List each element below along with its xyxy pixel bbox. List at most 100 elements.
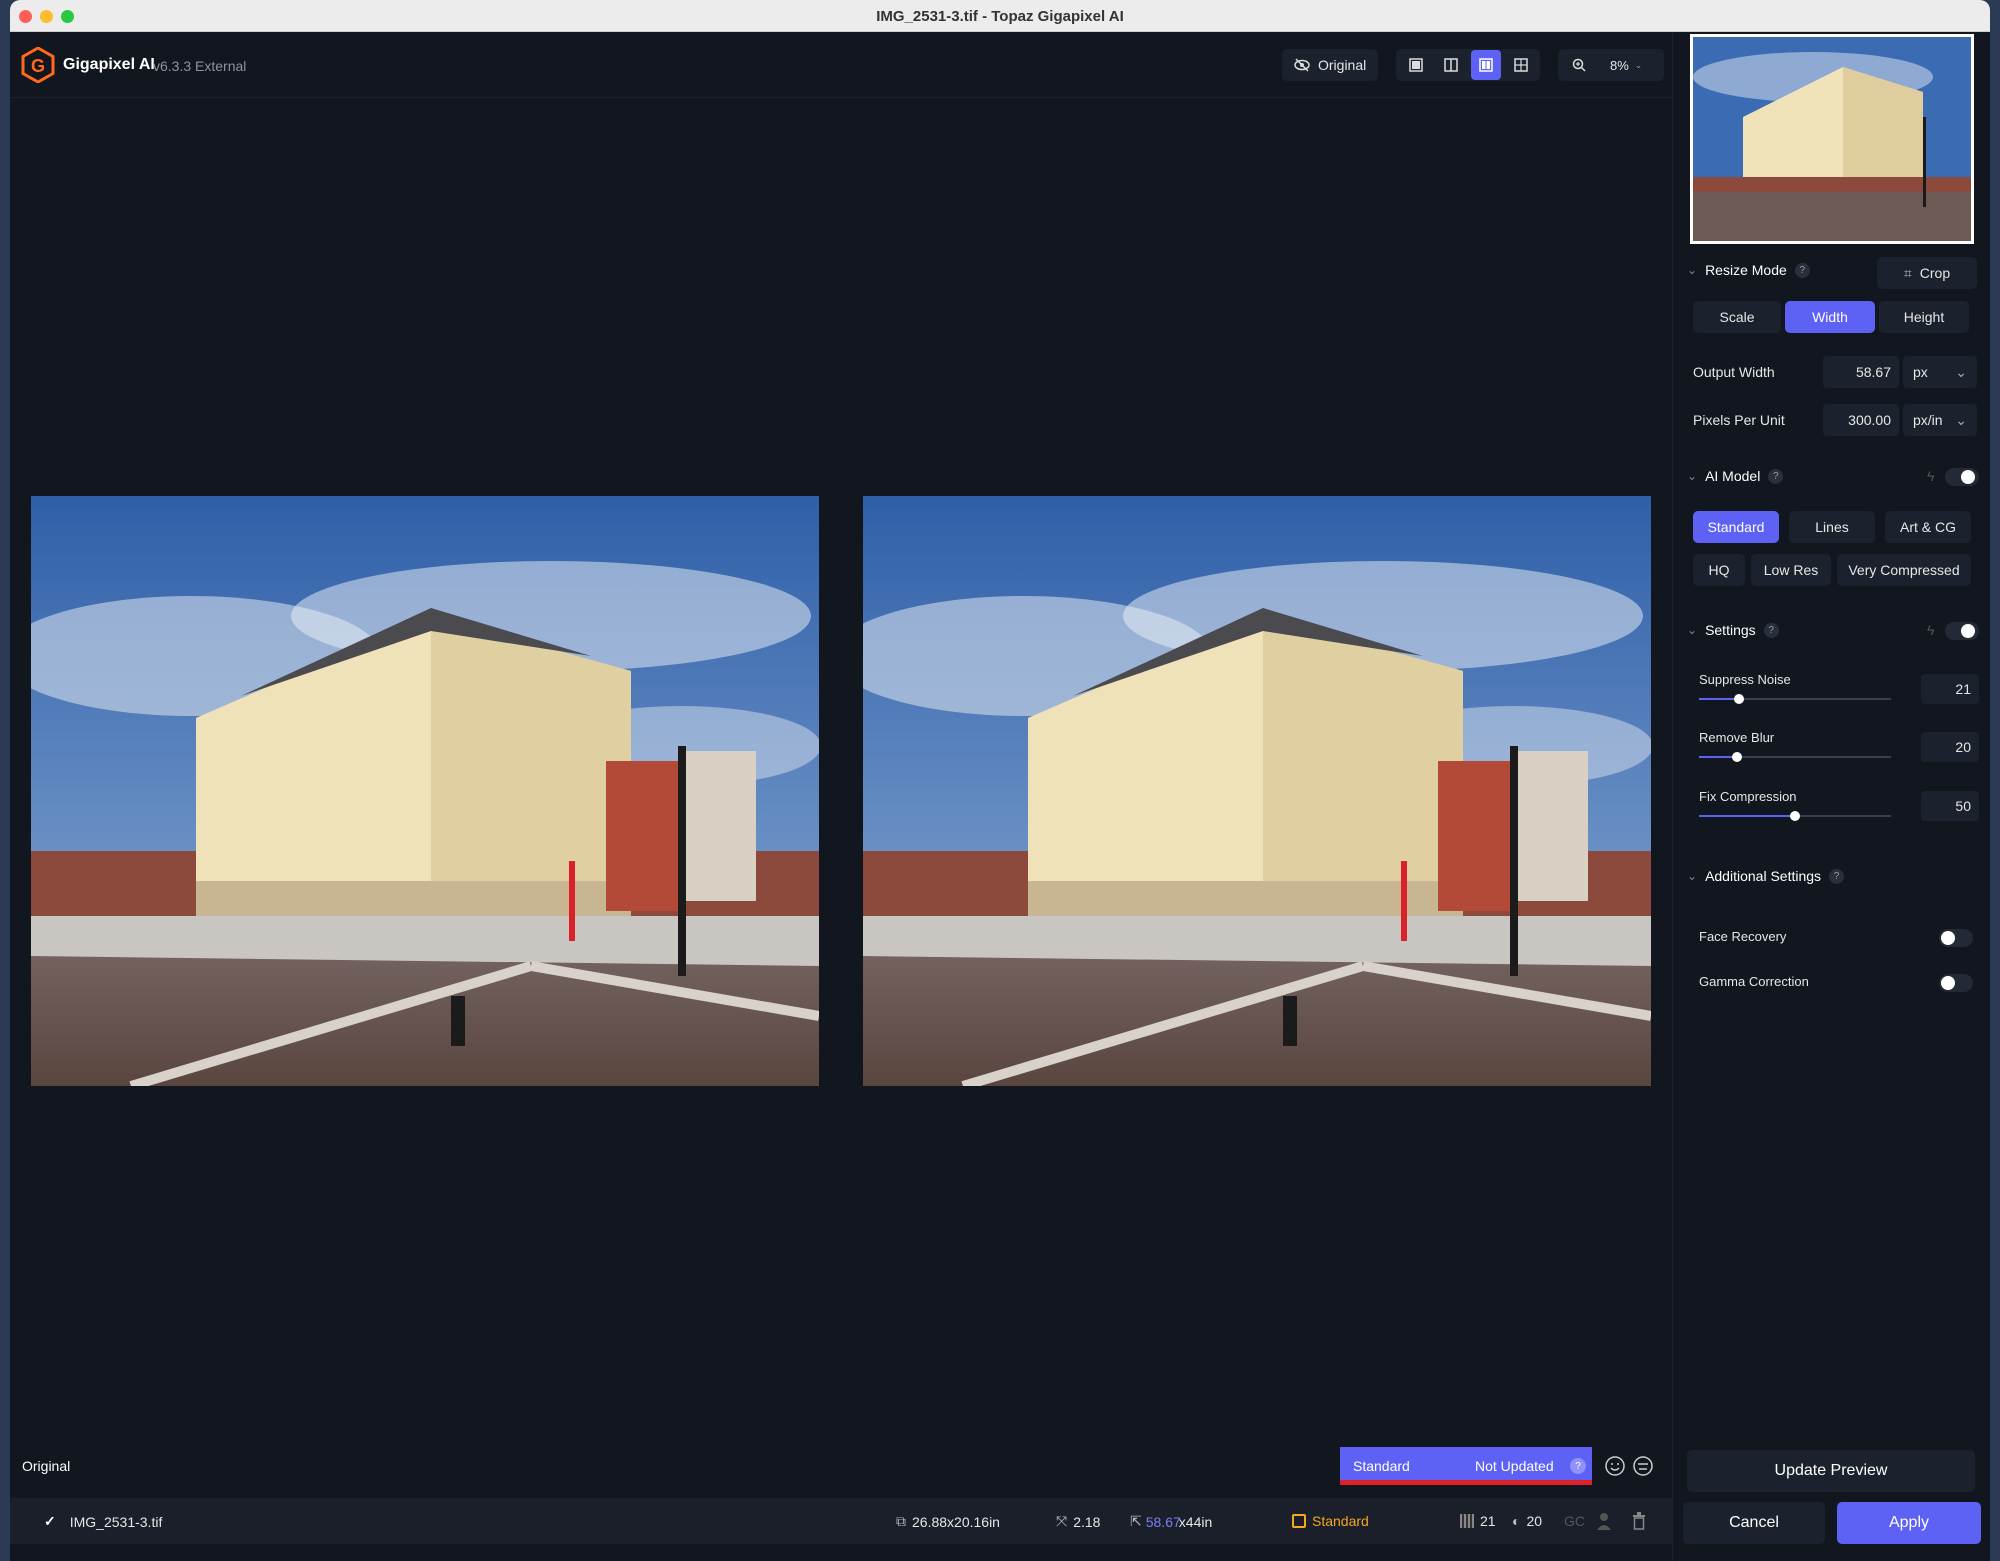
settings-panel: ⌄ Resize Mode ? ⌗ Crop Scale Width Heigh… — [1672, 32, 1990, 1561]
slider-knob[interactable] — [1732, 752, 1742, 762]
model-hq-button[interactable]: HQ — [1693, 554, 1745, 586]
slider-value-input[interactable]: 20 — [1921, 732, 1979, 762]
model-standard-button[interactable]: Standard — [1693, 511, 1779, 543]
checkmark-icon[interactable]: ✓ — [44, 1513, 56, 1530]
resize-mode-header[interactable]: ⌄ Resize Mode ? — [1687, 262, 1810, 278]
enhanced-preview-image[interactable] — [863, 496, 1651, 1086]
view-mode-group — [1396, 49, 1540, 81]
split-view-icon — [1443, 58, 1458, 72]
ai-model-title: AI Model — [1705, 468, 1761, 484]
navigator-thumbnail[interactable] — [1690, 34, 1974, 244]
cancel-button[interactable]: Cancel — [1683, 1502, 1825, 1544]
chevron-down-icon: ⌄ — [1955, 363, 1967, 380]
noise-info: 21 — [1460, 1513, 1496, 1529]
gamma-correction-toggle[interactable] — [1939, 974, 1973, 992]
input-size-info: ⧉ 26.88x20.16in — [896, 1513, 1000, 1530]
original-toggle-button[interactable]: Original — [1282, 49, 1378, 81]
apply-button[interactable]: Apply — [1837, 1502, 1981, 1544]
output-width-value: 58.67 — [1145, 1513, 1181, 1530]
model-very-compressed-button[interactable]: Very Compressed — [1837, 554, 1971, 586]
grid-view-icon — [1513, 58, 1528, 72]
zoom-in-icon — [1572, 58, 1586, 72]
neutral-face-icon[interactable] — [1632, 1455, 1654, 1477]
photo-building-enhanced — [863, 496, 1651, 1086]
chevron-down-icon: ⌄ — [1687, 623, 1698, 637]
original-preview-image[interactable] — [31, 496, 819, 1086]
ai-model-header[interactable]: ⌄ AI Model ? — [1687, 468, 1784, 484]
gc-label: GC — [1564, 1513, 1585, 1529]
app-version: v6.3.3 External — [153, 58, 247, 74]
side-by-side-view-button[interactable] — [1470, 50, 1501, 80]
settings-header[interactable]: ⌄ Settings ? — [1687, 622, 1779, 638]
scale-mode-button[interactable]: Scale — [1693, 301, 1781, 333]
output-width-unit-select[interactable]: px ⌄ — [1903, 356, 1977, 388]
additional-settings-title: Additional Settings — [1705, 868, 1822, 884]
grid-view-button[interactable] — [1506, 50, 1536, 80]
thumbnail-image — [1693, 37, 1971, 241]
width-mode-button[interactable]: Width — [1785, 301, 1875, 333]
chevron-down-icon: ⌄ — [1955, 411, 1967, 428]
face-recovery-toggle[interactable] — [1939, 929, 1973, 947]
split-view-button[interactable] — [1436, 50, 1466, 80]
resize-mode-title: Resize Mode — [1705, 262, 1787, 278]
model-lines-button[interactable]: Lines — [1789, 511, 1875, 543]
expand-icon: ⤧ — [1056, 1513, 1068, 1529]
blur-icon: ◐ — [1512, 1513, 1521, 1529]
slider-knob[interactable] — [1734, 694, 1744, 704]
status-state: Not Updated — [1475, 1458, 1554, 1474]
pixels-per-unit-input[interactable]: 300.00 — [1823, 404, 1899, 436]
input-size: 26.88x20.16in — [912, 1513, 1000, 1530]
slider-value-input[interactable]: 50 — [1921, 791, 1979, 821]
photo-building-original — [31, 496, 819, 1086]
app-window: IMG_2531-3.tif - Topaz Gigapixel AI G Gi… — [10, 0, 1990, 1561]
model-icon — [1292, 1514, 1306, 1528]
chevron-down-icon: ⌄ — [1687, 469, 1698, 483]
noise-icon — [1460, 1514, 1474, 1528]
ai-model-toggle[interactable] — [1945, 468, 1979, 486]
model-name: Standard — [1312, 1513, 1369, 1529]
output-size-info: ⇱ 58.67 x44in — [1130, 1513, 1212, 1530]
file-list-row[interactable]: ✓ IMG_2531-3.tif ⧉ 26.88x20.16in ⤧ 2.18 … — [10, 1498, 1672, 1544]
noise-value: 21 — [1480, 1513, 1496, 1529]
info-icon[interactable]: ? — [1570, 1458, 1586, 1474]
settings-toggle[interactable] — [1945, 622, 1979, 640]
preview-status-bar[interactable]: Standard Not Updated ? — [1340, 1447, 1592, 1485]
output-icon: ⇱ — [1130, 1513, 1142, 1529]
title-bar: IMG_2531-3.tif - Topaz Gigapixel AI — [10, 0, 1990, 32]
pixels-per-unit-select[interactable]: px/in ⌄ — [1903, 404, 1977, 436]
zoom-control[interactable]: 8% ⌄ — [1558, 49, 1664, 81]
toggle-knob — [1961, 624, 1975, 638]
update-preview-button[interactable]: Update Preview — [1687, 1450, 1975, 1492]
model-info: Standard — [1292, 1513, 1369, 1529]
help-icon[interactable]: ? — [1794, 262, 1810, 278]
scale-info: ⤧ 2.18 — [1056, 1513, 1100, 1530]
single-view-button[interactable] — [1401, 50, 1431, 80]
face-recovery-icon — [1597, 1513, 1611, 1530]
chevron-down-icon: ⌄ — [1687, 263, 1698, 277]
file-item[interactable]: ✓ IMG_2531-3.tif — [44, 1513, 162, 1530]
scale-value: 2.18 — [1073, 1513, 1101, 1530]
happy-face-icon[interactable] — [1604, 1455, 1626, 1477]
settings-title: Settings — [1705, 622, 1756, 638]
toggle-knob — [1941, 976, 1955, 990]
slider-label: Suppress Noise — [1699, 672, 1791, 687]
slider-knob[interactable] — [1790, 811, 1800, 821]
slider-label: Fix Compression — [1699, 789, 1797, 804]
model-low-res-button[interactable]: Low Res — [1751, 554, 1831, 586]
help-icon[interactable]: ? — [1763, 622, 1779, 638]
crop-button[interactable]: ⌗ Crop — [1877, 257, 1977, 289]
chevron-down-icon: ⌄ — [1634, 59, 1643, 70]
model-art-cg-button[interactable]: Art & CG — [1885, 511, 1971, 543]
help-icon[interactable]: ? — [1829, 868, 1845, 884]
eye-slash-icon — [1294, 58, 1310, 72]
app-header: G Gigapixel AI v6.3.3 External Original — [10, 32, 1672, 98]
additional-settings-header[interactable]: ⌄ Additional Settings ? — [1687, 868, 1845, 884]
slider-value-input[interactable]: 21 — [1921, 674, 1979, 704]
height-mode-button[interactable]: Height — [1879, 301, 1969, 333]
slider-label: Remove Blur — [1699, 730, 1775, 745]
window-title: IMG_2531-3.tif - Topaz Gigapixel AI — [876, 8, 1124, 25]
image-viewer[interactable] — [10, 98, 1672, 1498]
trash-icon[interactable] — [1632, 1512, 1646, 1530]
help-icon[interactable]: ? — [1768, 468, 1784, 484]
output-width-input[interactable]: 58.67 — [1823, 356, 1899, 388]
